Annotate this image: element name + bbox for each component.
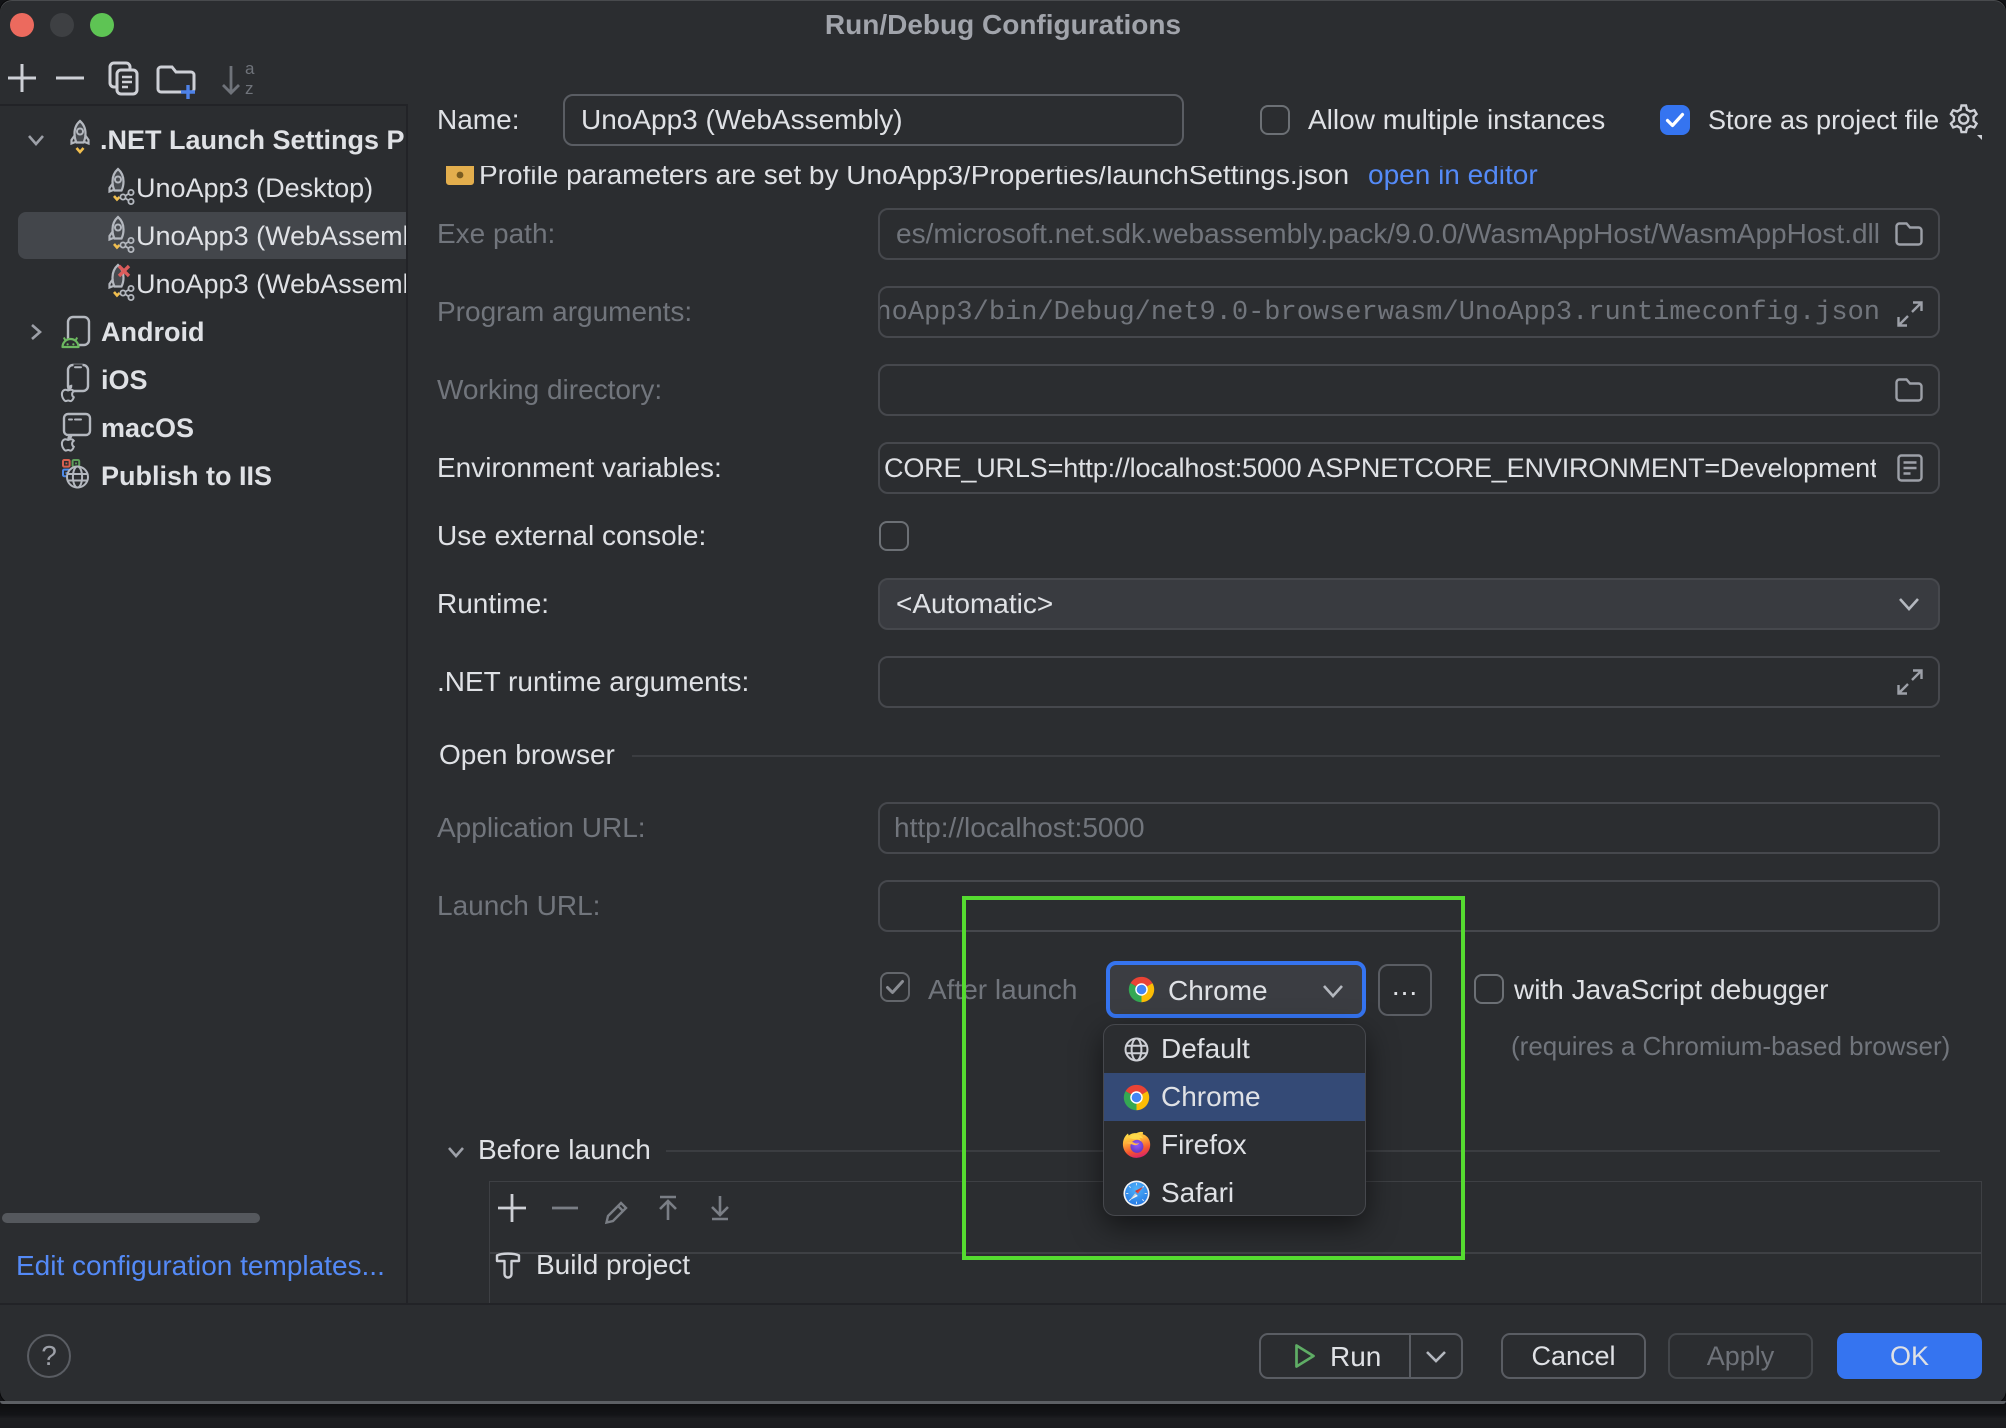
svg-text:z: z — [245, 79, 254, 98]
svg-text:a: a — [245, 59, 255, 78]
